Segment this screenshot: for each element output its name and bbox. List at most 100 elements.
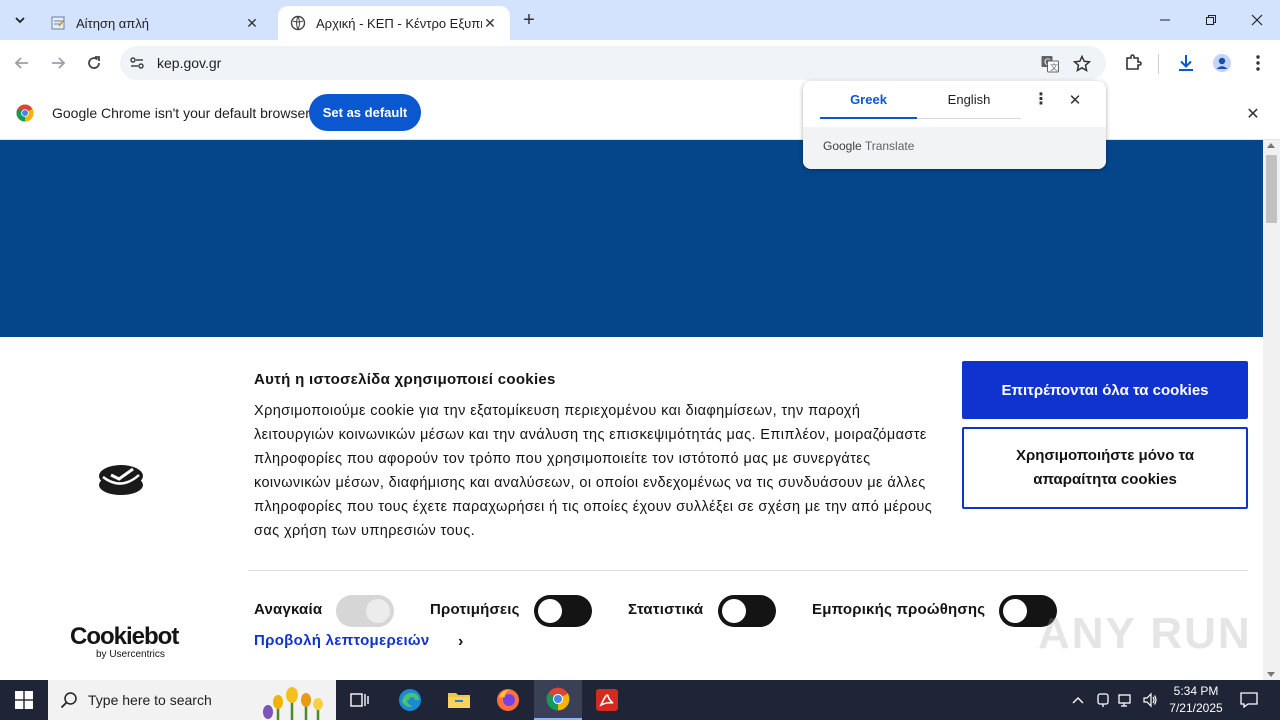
downloads-button[interactable] xyxy=(1175,52,1197,74)
new-tab-plus-icon[interactable]: + xyxy=(518,10,540,32)
page-scrollbar[interactable] xyxy=(1263,140,1280,680)
tray-meet-icon[interactable] xyxy=(1093,690,1113,710)
forward-button[interactable] xyxy=(46,51,70,75)
windows-taskbar: Type here to search 5:34 PM 7/21/2025 xyxy=(0,680,1280,720)
puzzle-icon xyxy=(1126,54,1142,70)
chrome-icon xyxy=(546,687,570,711)
taskbar-edge[interactable] xyxy=(386,680,434,720)
tab-strip: Αίτηση απλή ✕ Αρχική - ΚΕΠ - Κέντρο Εξυπ… xyxy=(0,0,1280,40)
infobar-message: Google Chrome isn't your default browser xyxy=(52,105,310,121)
tab-title: Αρχική - ΚΕΠ - Κέντρο Εξυπηρ xyxy=(316,15,482,31)
close-window-button[interactable] xyxy=(1234,0,1280,40)
download-icon xyxy=(1179,55,1193,71)
clock-date: 7/21/2025 xyxy=(1169,701,1223,715)
cookie-title: Αυτή η ιστοσελίδα χρησιμοποιεί cookies xyxy=(254,371,556,388)
back-button[interactable] xyxy=(10,51,34,75)
toggle-preferences[interactable] xyxy=(534,595,592,627)
tab-close-icon[interactable]: ✕ xyxy=(482,15,498,32)
taskbar-acrobat[interactable] xyxy=(583,680,631,720)
notification-icon xyxy=(1240,692,1258,708)
tab-close-icon[interactable]: ✕ xyxy=(244,15,260,32)
notification-center-button[interactable] xyxy=(1238,690,1260,710)
hero-banner xyxy=(0,140,1263,337)
form-document-icon xyxy=(51,16,65,30)
search-icon xyxy=(60,692,77,709)
translate-popup: Greek English ⋮ ✕ Google Translate xyxy=(803,81,1106,169)
toggle-knob xyxy=(722,599,746,623)
chrome-menu-button[interactable] xyxy=(1247,52,1269,74)
scrollbar-thumb[interactable] xyxy=(1266,155,1277,223)
chrome-logo-icon xyxy=(16,104,34,122)
svg-text:文: 文 xyxy=(1050,62,1058,72)
tab-search-button[interactable] xyxy=(8,8,32,32)
chevron-down-icon xyxy=(15,17,25,24)
address-bar[interactable]: kep.gov.gr G文 xyxy=(120,46,1106,80)
acrobat-icon xyxy=(596,689,618,711)
toggle-knob xyxy=(1003,599,1027,623)
tray-volume-icon[interactable] xyxy=(1140,690,1160,710)
task-view-button[interactable] xyxy=(336,680,384,720)
toggle-label-preferences: Προτιμήσεις xyxy=(430,601,520,618)
browser-toolbar: kep.gov.gr G文 xyxy=(0,40,1280,86)
cookiebot-logo[interactable]: Cookiebot by Usercentrics xyxy=(70,623,179,661)
star-icon xyxy=(1073,55,1091,73)
avatar-icon xyxy=(1213,54,1231,72)
folder-icon xyxy=(448,693,470,708)
scroll-up-arrow-icon[interactable] xyxy=(1267,143,1275,148)
profile-button[interactable] xyxy=(1211,52,1233,74)
site-settings-icon[interactable] xyxy=(128,54,146,72)
toggle-label-statistics: Στατιστικά xyxy=(628,601,704,618)
toggle-necessary xyxy=(336,595,394,627)
start-button[interactable] xyxy=(0,680,48,720)
cookiebot-by: by Usercentrics xyxy=(96,649,165,660)
taskbar-search-box[interactable]: Type here to search xyxy=(48,680,336,720)
show-details-link[interactable]: Προβολή λεπτομερειών xyxy=(254,632,430,649)
minimize-button[interactable] xyxy=(1142,0,1188,40)
cookie-description: Χρησιμοποιούμε cookie για την εξατομίκευ… xyxy=(254,403,933,539)
close-icon xyxy=(1251,14,1263,26)
cookiebot-name: Cookiebot xyxy=(70,623,179,650)
translate-tab-greek[interactable]: Greek xyxy=(820,81,917,119)
allow-all-cookies-button[interactable]: Επιτρέπονται όλα τα cookies xyxy=(962,361,1248,419)
reload-icon xyxy=(88,56,100,69)
chevron-right-icon[interactable]: › xyxy=(458,633,463,651)
back-arrow-icon xyxy=(14,57,28,69)
toolbar-divider xyxy=(1158,54,1159,74)
extensions-button[interactable] xyxy=(1122,52,1144,74)
bookmark-button[interactable] xyxy=(1072,54,1092,74)
tray-chevron-up-icon[interactable] xyxy=(1068,690,1088,710)
toggle-label-necessary: Αναγκαία xyxy=(254,601,323,618)
tray-network-icon[interactable] xyxy=(1116,690,1136,710)
taskbar-firefox[interactable] xyxy=(484,680,532,720)
reload-button[interactable] xyxy=(82,51,106,75)
search-placeholder: Type here to search xyxy=(88,692,212,708)
toggle-knob xyxy=(538,599,562,623)
restore-button[interactable] xyxy=(1188,0,1234,40)
toggle-knob xyxy=(366,599,390,623)
taskbar-chrome[interactable] xyxy=(534,680,582,720)
cookie-consent-banner: Αυτή η ιστοσελίδα χρησιμοποιεί cookies Χ… xyxy=(0,337,1263,680)
more-vert-icon xyxy=(1256,55,1260,71)
set-as-default-button[interactable]: Set as default xyxy=(309,94,421,131)
url-text: kep.gov.gr xyxy=(157,55,222,71)
scroll-down-arrow-icon[interactable] xyxy=(1267,672,1275,677)
close-icon[interactable]: ✕ xyxy=(1067,93,1083,109)
windows-logo-icon xyxy=(15,691,33,709)
tulip-decoration-icon xyxy=(263,687,323,720)
taskbar-clock[interactable]: 5:34 PM 7/21/2025 xyxy=(1163,683,1229,717)
clock-time: 5:34 PM xyxy=(1173,684,1219,698)
translate-page-button[interactable]: G文 xyxy=(1040,54,1060,74)
taskbar-file-explorer[interactable] xyxy=(435,680,483,720)
infobar-close-icon[interactable]: ✕ xyxy=(1244,104,1262,123)
toggle-statistics[interactable] xyxy=(718,595,776,627)
more-vert-icon[interactable]: ⋮ xyxy=(1033,92,1049,109)
google-translate-brand: Google Translate xyxy=(823,139,914,153)
google-word: Google xyxy=(823,139,862,153)
firefox-icon xyxy=(497,689,519,711)
tab-kep-home[interactable]: Αρχική - ΚΕΠ - Κέντρο Εξυπηρ ✕ xyxy=(278,6,510,40)
translate-footer: Google Translate xyxy=(803,127,1106,169)
edge-icon xyxy=(399,689,421,711)
necessary-cookies-only-button[interactable]: Χρησιμοποιήστε μόνο τα απαραίτητα cookie… xyxy=(962,427,1248,509)
tab-aitisi[interactable]: Αίτηση απλή ✕ xyxy=(38,6,272,40)
translate-tab-english[interactable]: English xyxy=(917,81,1021,119)
